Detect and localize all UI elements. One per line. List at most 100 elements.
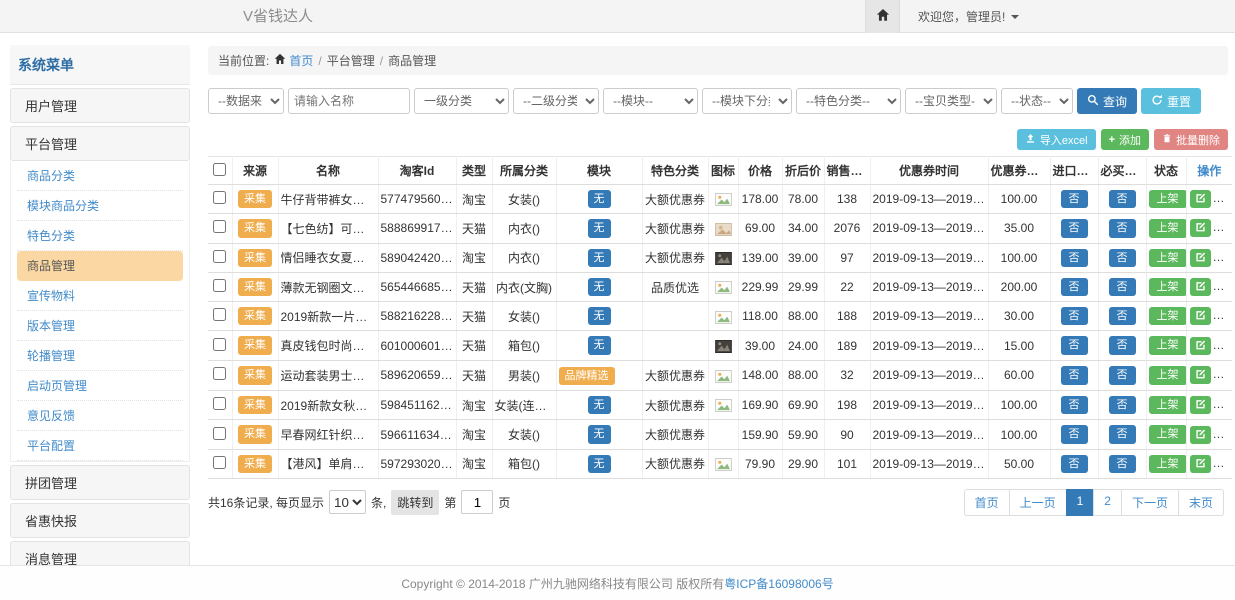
edit-button[interactable] <box>1190 307 1211 325</box>
filter-select-6[interactable]: --特色分类-- <box>796 88 901 114</box>
must-buy-toggle[interactable]: 否 <box>1109 219 1136 237</box>
table-row: 采集【七色纺】可爱纯棉家...588869917501天猫内衣()无大额优惠券6… <box>208 214 1232 243</box>
sidebar-item-版本管理[interactable]: 版本管理 <box>17 311 183 341</box>
status-toggle[interactable]: 上架 <box>1149 366 1187 384</box>
row-checkbox[interactable] <box>213 397 226 410</box>
status-toggle[interactable]: 上架 <box>1149 278 1187 296</box>
must-buy-toggle[interactable]: 否 <box>1109 249 1136 267</box>
edit-button[interactable] <box>1190 426 1211 444</box>
must-buy-toggle[interactable]: 否 <box>1109 366 1136 384</box>
must-buy-toggle[interactable]: 否 <box>1109 396 1136 414</box>
filter-select-2[interactable]: 一级分类 <box>414 88 509 114</box>
import-select-toggle[interactable]: 否 <box>1061 455 1088 473</box>
row-checkbox[interactable] <box>213 191 226 204</box>
page-jump-input[interactable] <box>461 490 493 514</box>
sidebar-group-1[interactable]: 平台管理 <box>10 126 190 161</box>
status-toggle[interactable]: 上架 <box>1149 396 1187 414</box>
must-buy-toggle[interactable]: 否 <box>1109 190 1136 208</box>
user-menu[interactable]: 欢迎您，管理员! <box>918 8 1019 25</box>
import-select-toggle[interactable]: 否 <box>1061 219 1088 237</box>
filter-select-4[interactable]: --模块-- <box>603 88 698 114</box>
pager-item-2[interactable]: 1 <box>1066 489 1095 516</box>
table-row: 采集【港风】单肩斜跨链条...597293020870淘宝箱包()无大额优惠券7… <box>208 449 1232 478</box>
edit-button[interactable] <box>1190 366 1211 384</box>
import-select-toggle[interactable]: 否 <box>1061 336 1088 354</box>
import-select-toggle[interactable]: 否 <box>1061 278 1088 296</box>
pager-item-5[interactable]: 末页 <box>1178 489 1224 516</box>
must-buy-toggle[interactable]: 否 <box>1109 278 1136 296</box>
select-all-checkbox[interactable] <box>213 163 226 176</box>
filter-select-5[interactable]: --模块下分类-- <box>702 88 792 114</box>
row-select-cell <box>208 185 232 214</box>
edit-button[interactable] <box>1190 190 1211 208</box>
must-buy-toggle[interactable]: 否 <box>1109 336 1136 354</box>
sidebar-item-启动页管理[interactable]: 启动页管理 <box>17 371 183 401</box>
sidebar-item-意见反馈[interactable]: 意见反馈 <box>17 401 183 431</box>
filter-select-7[interactable]: --宝贝类型-- <box>905 88 997 114</box>
sidebar-group-0[interactable]: 用户管理 <box>10 88 190 123</box>
import-select-toggle[interactable]: 否 <box>1061 396 1088 414</box>
edit-button[interactable] <box>1190 337 1211 355</box>
icp-link[interactable]: 粤ICP备16098006号 <box>724 575 833 592</box>
edit-button[interactable] <box>1190 278 1211 296</box>
must-buy-cell: 否 <box>1098 272 1146 301</box>
row-checkbox[interactable] <box>213 250 226 263</box>
filter-select-3[interactable]: --二级分类-- <box>513 88 599 114</box>
row-checkbox[interactable] <box>213 308 226 321</box>
status-toggle[interactable]: 上架 <box>1149 425 1187 443</box>
reset-button[interactable]: 重置 <box>1141 88 1201 114</box>
edit-button[interactable] <box>1190 455 1211 473</box>
sidebar-item-宣传物料[interactable]: 宣传物料 <box>17 281 183 311</box>
jump-button[interactable]: 跳转到 <box>391 490 439 515</box>
status-toggle[interactable]: 上架 <box>1149 219 1187 237</box>
home-button[interactable] <box>865 0 900 33</box>
row-checkbox[interactable] <box>213 427 226 440</box>
status-toggle[interactable]: 上架 <box>1149 190 1187 208</box>
import-select-toggle[interactable]: 否 <box>1061 425 1088 443</box>
status-toggle[interactable]: 上架 <box>1149 455 1187 473</box>
sidebar-item-商品管理[interactable]: 商品管理 <box>17 251 183 281</box>
pager-item-0[interactable]: 首页 <box>964 489 1010 516</box>
column-header-15: 状态 <box>1146 157 1186 185</box>
edit-button[interactable] <box>1190 396 1211 414</box>
name-search-input[interactable] <box>288 88 410 114</box>
filter-select-8[interactable]: --状态-- <box>1001 88 1073 114</box>
row-checkbox[interactable] <box>213 338 226 351</box>
sidebar-item-轮播管理[interactable]: 轮播管理 <box>17 341 183 371</box>
status-toggle[interactable]: 上架 <box>1149 249 1187 267</box>
search-button[interactable]: 查询 <box>1077 88 1137 114</box>
sidebar-item-平台配置[interactable]: 平台配置 <box>17 431 183 461</box>
edit-button[interactable] <box>1190 219 1211 237</box>
sidebar-group-2[interactable]: 拼团管理 <box>10 465 190 500</box>
must-buy-toggle[interactable]: 否 <box>1109 455 1136 473</box>
sidebar-group-3[interactable]: 省惠快报 <box>10 503 190 538</box>
filter-select-0[interactable]: --数据来源-- <box>208 88 284 114</box>
status-toggle[interactable]: 上架 <box>1149 336 1187 354</box>
pager-item-4[interactable]: 下一页 <box>1121 489 1179 516</box>
pager-item-1[interactable]: 上一页 <box>1009 489 1067 516</box>
status-toggle[interactable]: 上架 <box>1149 307 1187 325</box>
add-button[interactable]: + 添加 <box>1101 129 1149 150</box>
import-select-toggle[interactable]: 否 <box>1061 249 1088 267</box>
batch-delete-button[interactable]: 批量删除 <box>1154 129 1228 150</box>
per-page-select[interactable]: 10 <box>329 490 366 514</box>
edit-button[interactable] <box>1190 249 1211 267</box>
must-buy-toggle[interactable]: 否 <box>1109 425 1136 443</box>
pager-item-3[interactable]: 2 <box>1093 489 1122 516</box>
import-excel-button[interactable]: 导入excel <box>1017 129 1096 150</box>
breadcrumb-home-link[interactable]: 首页 <box>274 52 313 69</box>
row-checkbox[interactable] <box>213 456 226 469</box>
row-checkbox[interactable] <box>213 220 226 233</box>
thumbnail-cell <box>708 420 738 449</box>
sidebar-item-特色分类[interactable]: 特色分类 <box>17 221 183 251</box>
row-checkbox[interactable] <box>213 367 226 380</box>
sidebar-item-模块商品分类[interactable]: 模块商品分类 <box>17 191 183 221</box>
must-buy-toggle[interactable]: 否 <box>1109 307 1136 325</box>
import-select-toggle[interactable]: 否 <box>1061 190 1088 208</box>
import-select-toggle[interactable]: 否 <box>1061 366 1088 384</box>
row-checkbox[interactable] <box>213 279 226 292</box>
product-name: 真皮钱包时尚优雅女士... <box>278 331 378 360</box>
import-select-toggle[interactable]: 否 <box>1061 307 1088 325</box>
sidebar-item-商品分类[interactable]: 商品分类 <box>17 161 183 191</box>
caret-down-icon <box>1011 15 1019 19</box>
